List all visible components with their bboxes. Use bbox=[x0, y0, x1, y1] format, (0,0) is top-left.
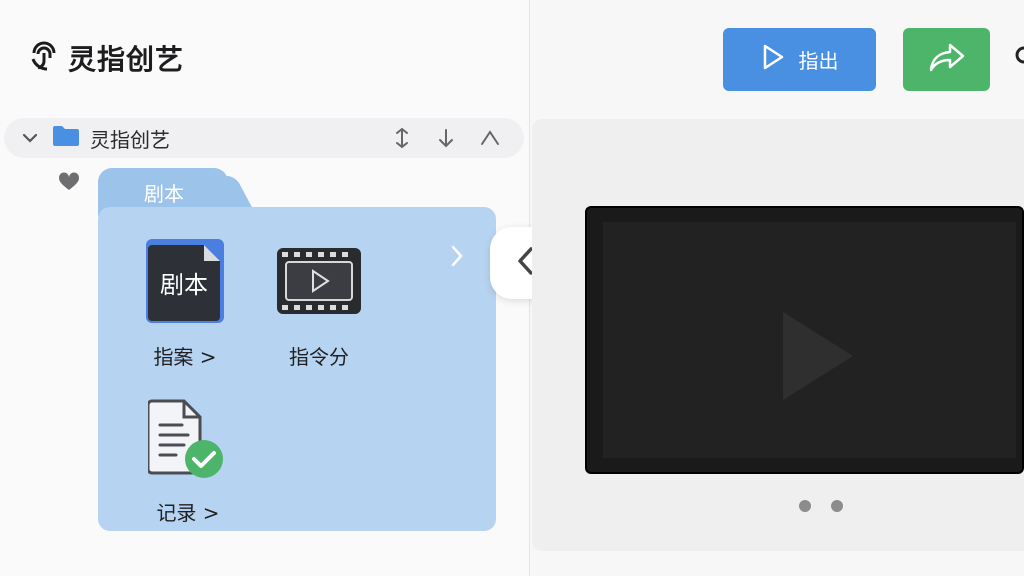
tree-root-row[interactable]: 灵指创艺 bbox=[4, 118, 524, 158]
folder-tab-label: 剧本 bbox=[144, 182, 184, 206]
video-preview[interactable] bbox=[585, 206, 1024, 474]
share-button[interactable] bbox=[903, 28, 990, 91]
tree-root-label: 灵指创艺 bbox=[90, 127, 170, 152]
left-pane: 灵指创艺 灵指创艺 剧本 剧本 指案 > 指令分 记录 > bbox=[0, 0, 530, 576]
script-document-icon: 剧本 bbox=[144, 237, 226, 329]
arrow-down-icon[interactable] bbox=[434, 126, 458, 150]
folder-item-commands[interactable]: 指令分 bbox=[276, 247, 362, 370]
folder-panel: 剧本 指案 > 指令分 记录 > bbox=[98, 207, 496, 531]
play-icon bbox=[761, 43, 785, 77]
page-dot[interactable] bbox=[799, 500, 811, 512]
checked-document-icon bbox=[146, 397, 228, 487]
brand: 灵指创艺 bbox=[28, 38, 184, 78]
chevron-right-icon[interactable] bbox=[448, 243, 466, 273]
export-button[interactable]: 指出 bbox=[723, 28, 876, 91]
pagination-dots bbox=[799, 500, 843, 512]
folder-icon bbox=[52, 125, 80, 151]
video-play-shape bbox=[783, 312, 853, 400]
chevron-up-icon[interactable] bbox=[478, 126, 502, 150]
video-content bbox=[603, 222, 1016, 458]
folder-item-label: 记录 > bbox=[156, 501, 220, 525]
app-title: 灵指创艺 bbox=[68, 43, 185, 76]
folder-item-label: 指令分 bbox=[289, 345, 349, 369]
folder-item-label: 指案 > bbox=[153, 345, 217, 369]
export-button-label: 指出 bbox=[798, 51, 839, 73]
tree-actions bbox=[390, 126, 502, 150]
share-arrow-icon bbox=[928, 42, 966, 78]
chevron-down-icon[interactable] bbox=[18, 126, 42, 150]
film-clip-icon bbox=[276, 247, 362, 319]
script-icon-text: 剧本 bbox=[160, 271, 208, 299]
partial-edge-icon bbox=[1013, 42, 1024, 72]
move-vertical-icon[interactable] bbox=[390, 126, 414, 150]
fingerprint-logo-icon bbox=[28, 39, 60, 77]
page-dot[interactable] bbox=[831, 500, 843, 512]
heart-icon[interactable] bbox=[58, 172, 80, 196]
folder-item-script[interactable]: 剧本 指案 > bbox=[144, 237, 226, 370]
folder-item-record[interactable]: 记录 > bbox=[146, 397, 228, 526]
